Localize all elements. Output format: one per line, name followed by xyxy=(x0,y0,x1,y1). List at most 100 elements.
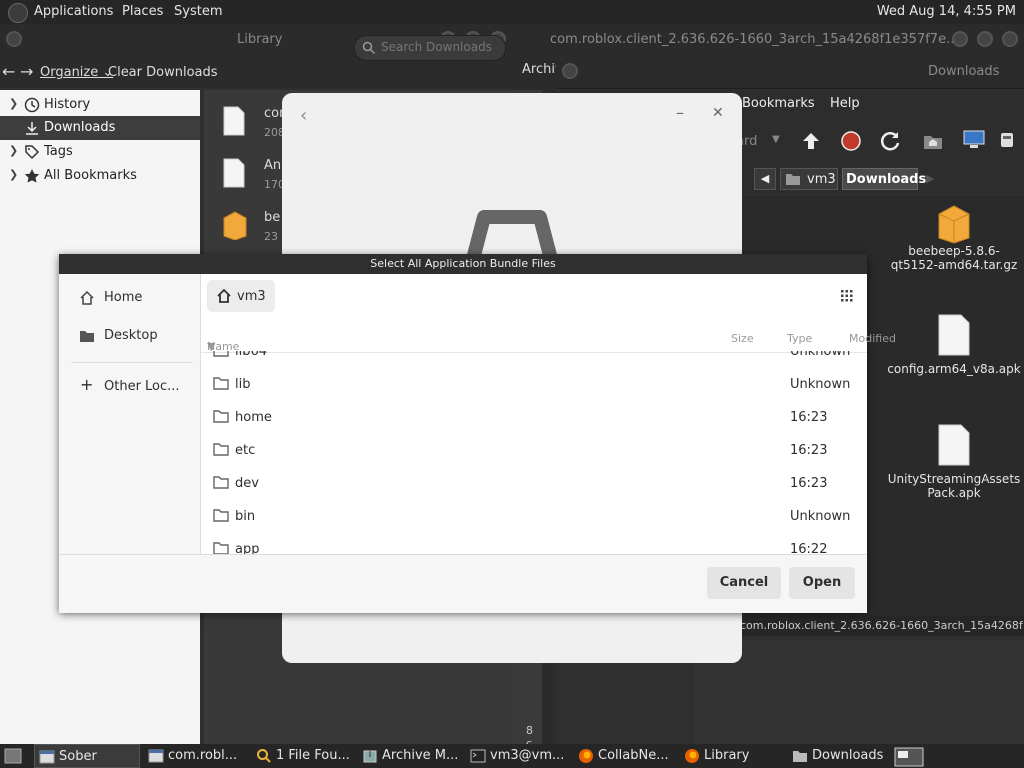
taskbar-item[interactable]: vm3@vm... xyxy=(466,744,568,768)
top-panel: Applications Places System Wed Aug 14, 4… xyxy=(0,0,1024,24)
list-item[interactable]: com 208 xyxy=(204,98,292,148)
download-icon xyxy=(26,122,38,135)
window-menu-icon[interactable] xyxy=(562,63,578,79)
expand-arrow-icon[interactable]: ❯ xyxy=(9,168,18,181)
taskbar-item[interactable]: CollabNe... xyxy=(574,744,674,768)
path-button-vm3[interactable]: vm3 xyxy=(780,168,838,190)
expand-arrow-icon[interactable]: ❯ xyxy=(9,144,18,157)
file-name: bin xyxy=(235,509,256,524)
menu-help[interactable]: Help xyxy=(830,96,860,111)
shade-button[interactable] xyxy=(952,31,968,47)
search-downloads-field[interactable] xyxy=(354,35,506,61)
separator xyxy=(71,362,193,363)
table-row[interactable]: lib Unknown xyxy=(201,368,867,401)
organize-button[interactable]: Organize ⌄ xyxy=(40,65,113,80)
path-forward-icon[interactable]: ▶ xyxy=(926,168,946,190)
file-modified: 16:23 xyxy=(790,476,828,491)
taskbar-item[interactable]: Library xyxy=(680,744,780,768)
path-back-icon[interactable]: ◀ xyxy=(754,168,776,190)
folder-icon xyxy=(213,476,229,489)
menu-system[interactable]: System xyxy=(174,4,222,19)
fm-statusbar: com.roblox.client_2.636.626-1660_3arch_1… xyxy=(736,616,1024,636)
file-item-beebeep[interactable]: beebeep-5.8.6- qt5152-amd64.tar.gz xyxy=(884,204,1024,272)
table-row[interactable]: bin Unknown xyxy=(201,500,867,533)
menu-bookmarks[interactable]: Bookmarks xyxy=(742,96,815,111)
file-item-unity-apk[interactable]: UnityStreamingAssets Pack.apk xyxy=(884,424,1024,500)
maximize-button[interactable] xyxy=(1002,31,1018,47)
clear-downloads-button[interactable]: Clear Downloads xyxy=(108,65,218,80)
tree-item-history[interactable]: ❯ History xyxy=(0,93,200,117)
computer-icon[interactable] xyxy=(962,128,986,152)
dropdown-icon[interactable]: ▼ xyxy=(772,134,780,145)
file-modified: 16:23 xyxy=(790,410,828,425)
place-other-locations[interactable]: + Other Loc... xyxy=(59,370,200,404)
taskbar-item[interactable]: com.robl... xyxy=(144,744,246,768)
folder-icon xyxy=(213,377,229,390)
grid-view-icon[interactable] xyxy=(841,290,853,302)
expand-arrow-icon[interactable]: ❯ xyxy=(9,97,18,110)
distro-logo-icon[interactable] xyxy=(8,3,28,23)
cancel-button[interactable]: Cancel xyxy=(707,567,781,599)
back-chevron-icon[interactable]: ‹ xyxy=(300,105,307,126)
close-icon[interactable]: ✕ xyxy=(712,105,724,121)
workspace-switcher-icon[interactable] xyxy=(894,747,924,767)
drive-icon[interactable] xyxy=(1000,132,1014,148)
search-input[interactable] xyxy=(379,39,503,55)
column-modified[interactable]: Modified xyxy=(849,332,896,345)
tree-item-downloads[interactable]: Downloads xyxy=(0,116,200,140)
fm-bottom-pane xyxy=(694,640,1024,744)
fm-title: Downloads xyxy=(928,64,1000,79)
up-arrow-icon[interactable] xyxy=(800,130,822,152)
taskbar-item[interactable]: Downloads xyxy=(788,744,888,768)
table-row[interactable]: etc 16:23 xyxy=(201,434,867,467)
menu-places[interactable]: Places xyxy=(122,4,163,19)
stop-icon[interactable] xyxy=(840,130,862,152)
file-name: dev xyxy=(235,476,259,491)
menu-applications[interactable]: Applications xyxy=(34,4,113,19)
tag-icon xyxy=(25,145,40,160)
path-button-vm3[interactable]: vm3 xyxy=(207,280,275,312)
folder-icon xyxy=(213,443,229,456)
column-type[interactable]: Type xyxy=(787,332,812,345)
place-home[interactable]: Home xyxy=(59,281,200,315)
star-icon xyxy=(24,169,40,183)
tree-item-all-bookmarks[interactable]: ❯ All Bookmarks xyxy=(0,164,200,188)
folder-icon xyxy=(793,751,807,762)
file-name: home xyxy=(235,410,272,425)
table-row[interactable]: dev 16:23 xyxy=(201,467,867,500)
show-desktop-icon[interactable] xyxy=(4,748,22,764)
fm-titlebar[interactable]: Downloads xyxy=(556,56,1024,89)
archive-title: com.roblox.client_2.636.626-1660_3arch_1… xyxy=(550,32,959,47)
tree-item-tags[interactable]: ❯ Tags xyxy=(0,140,200,164)
forward-arrow-icon[interactable]: → xyxy=(20,62,33,81)
place-desktop[interactable]: Desktop xyxy=(59,319,200,353)
file-item-config-apk[interactable]: config.arm64_v8a.apk xyxy=(884,314,1024,376)
minimize-icon[interactable]: – xyxy=(676,103,684,122)
window-icon xyxy=(148,749,164,763)
list-item[interactable]: be 23 xyxy=(204,202,284,252)
archive-titlebar[interactable]: com.roblox.client_2.636.626-1660_3arch_1… xyxy=(512,24,1024,56)
package-icon xyxy=(938,205,970,244)
file-modified: 16:23 xyxy=(790,443,828,458)
column-size[interactable]: Size xyxy=(731,332,754,345)
back-arrow-icon[interactable]: ← xyxy=(2,62,15,81)
taskbar: Sober com.robl... 1 File Fou... Archive M..… xyxy=(0,744,1024,768)
table-row[interactable]: lib64 Unknown xyxy=(201,351,867,368)
taskbar-item[interactable]: Sober xyxy=(34,744,140,768)
path-button-downloads[interactable]: Downloads xyxy=(842,168,926,190)
taskbar-item[interactable]: 1 File Fou... xyxy=(252,744,352,768)
reload-icon[interactable] xyxy=(880,130,902,152)
chooser-titlebar[interactable]: Select All Application Bundle Files xyxy=(59,254,867,274)
folder-icon xyxy=(213,509,229,522)
list-item[interactable]: An 170 xyxy=(204,150,285,200)
open-button[interactable]: Open xyxy=(789,567,855,599)
minimize-button[interactable] xyxy=(977,31,993,47)
table-row[interactable]: home 16:23 xyxy=(201,401,867,434)
file-modified: 16:22 xyxy=(790,542,828,554)
taskbar-item[interactable]: Archive M... xyxy=(358,744,460,768)
table-row[interactable]: app 16:22 xyxy=(201,533,867,554)
clock[interactable]: Wed Aug 14, 4:55 PM xyxy=(877,4,1016,19)
column-header: Name ▼ Size Type Modified xyxy=(201,324,896,353)
window-menu-icon[interactable] xyxy=(6,31,22,47)
home-folder-icon[interactable] xyxy=(922,130,944,152)
